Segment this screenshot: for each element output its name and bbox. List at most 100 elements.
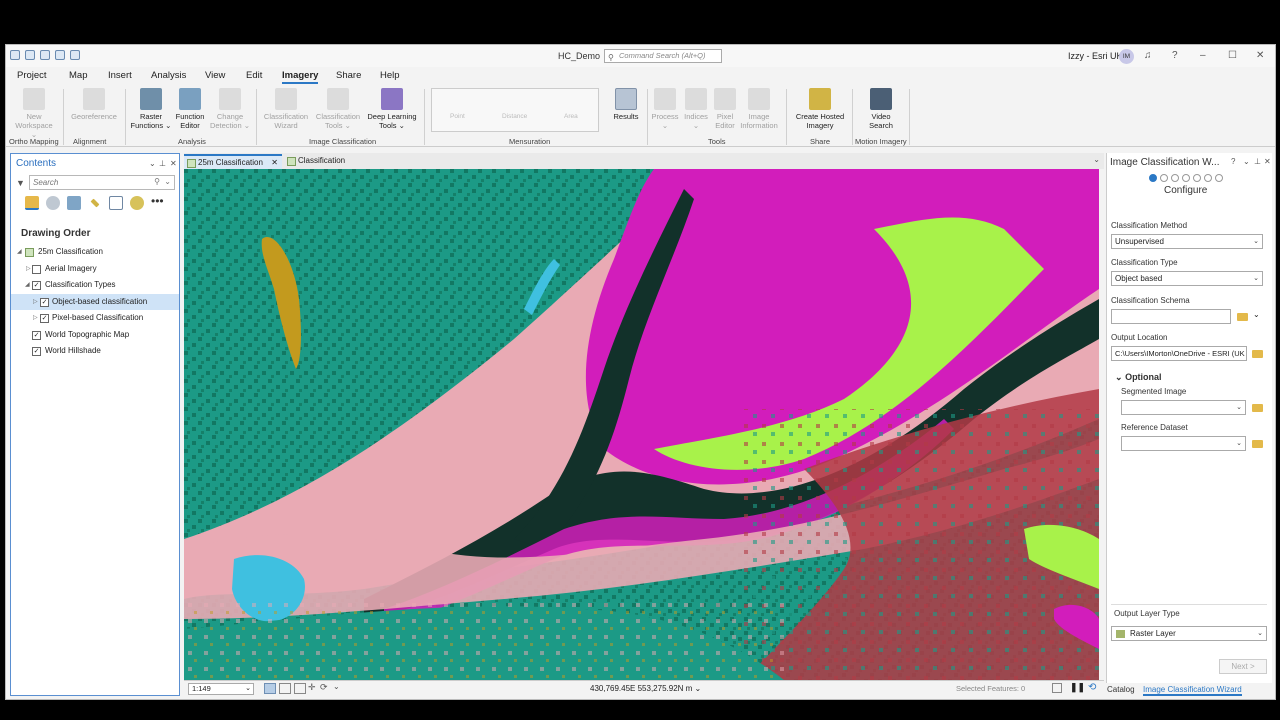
tab-help[interactable]: Help xyxy=(380,70,400,81)
tab-classification[interactable]: Classification xyxy=(284,154,364,169)
layer-visibility-checkbox[interactable]: ✓ xyxy=(32,281,41,290)
classification-type-select[interactable]: Object based ⌄ xyxy=(1111,271,1263,286)
user-name[interactable]: Izzy - Esri UK xyxy=(1068,51,1123,61)
scale-selector[interactable]: 1:149 ⌄ xyxy=(188,683,254,695)
selection-icon[interactable] xyxy=(67,196,81,210)
editing-icon[interactable] xyxy=(90,198,100,208)
layer-world-topographic-map[interactable]: ✓ World Topographic Map xyxy=(11,327,179,344)
snapping-icon[interactable] xyxy=(109,196,123,210)
tab-share[interactable]: Share xyxy=(336,70,361,81)
labeling-icon[interactable] xyxy=(130,196,144,210)
notification-bell-icon[interactable]: ♫ xyxy=(1144,50,1152,61)
pin-icon[interactable]: ⊥ xyxy=(1254,157,1261,166)
tab-view[interactable]: View xyxy=(205,70,225,81)
collapse-arrow-icon[interactable]: ◢ xyxy=(25,277,30,293)
tab-edit[interactable]: Edit xyxy=(246,70,262,81)
layer-visibility-checkbox[interactable]: ✓ xyxy=(40,297,49,307)
table-view-icon[interactable] xyxy=(1052,683,1062,693)
expand-arrow-icon[interactable]: ▷ xyxy=(33,294,38,310)
grid-icon[interactable] xyxy=(294,683,306,694)
pin-icon[interactable]: ⊥ xyxy=(159,159,166,168)
layer-world-hillshade[interactable]: ✓ World Hillshade xyxy=(11,343,179,360)
function-editor-button[interactable]: Function Editor xyxy=(172,88,208,130)
output-location-input[interactable]: C:\Users\IMorton\OneDrive - ESRI (UK xyxy=(1111,346,1247,361)
fixed-zoom-icon[interactable] xyxy=(264,683,276,694)
layer-visibility-checkbox[interactable]: ✓ xyxy=(40,314,49,323)
classification-method-select[interactable]: Unsupervised ⌄ xyxy=(1111,234,1263,249)
refresh-icon[interactable]: ⟲ xyxy=(1088,682,1096,693)
process-button[interactable]: Process ⌄ xyxy=(649,88,681,130)
georeference-button[interactable]: Georeference xyxy=(68,88,120,121)
layer-visibility-checkbox[interactable]: ✓ xyxy=(32,347,41,356)
help-icon[interactable]: ? xyxy=(1172,50,1178,61)
image-information-button[interactable]: Image Information xyxy=(737,88,781,130)
collapse-arrow-icon[interactable]: ◢ xyxy=(17,244,22,260)
chevron-down-icon[interactable]: ⌄ xyxy=(333,682,340,691)
avatar[interactable]: IM xyxy=(1119,49,1134,64)
maximize-icon[interactable]: ☐ xyxy=(1228,50,1237,61)
tab-map[interactable]: Map xyxy=(69,70,87,81)
save-icon[interactable] xyxy=(40,50,50,60)
filter-icon[interactable]: ▼ xyxy=(16,178,25,188)
drawing-order-icon[interactable] xyxy=(25,196,39,210)
new-project-icon[interactable] xyxy=(10,50,20,60)
layer-classification-types[interactable]: ◢ ✓ Classification Types xyxy=(11,277,179,294)
folder-icon[interactable] xyxy=(1237,313,1248,321)
classification-wizard-button[interactable]: Classification Wizard xyxy=(260,88,312,130)
deep-learning-tools-button[interactable]: Deep Learning Tools ⌄ xyxy=(364,88,420,130)
tab-catalog[interactable]: Catalog xyxy=(1107,685,1135,694)
reference-dataset-select[interactable]: ⌄ xyxy=(1121,436,1246,451)
close-pane-icon[interactable]: ✕ xyxy=(1264,157,1271,166)
tab-image-classification-wizard[interactable]: Image Classification Wizard xyxy=(1143,685,1242,696)
next-button[interactable]: Next > xyxy=(1219,659,1267,674)
chevron-down-icon[interactable]: ⌄ xyxy=(164,177,171,186)
expand-arrow-icon[interactable]: ▷ xyxy=(33,310,38,326)
video-search-button[interactable]: Video Search xyxy=(862,88,900,130)
chevron-down-icon[interactable]: ⌄ xyxy=(1253,310,1260,319)
pixel-editor-button[interactable]: Pixel Editor xyxy=(711,88,739,130)
close-icon[interactable]: ✕ xyxy=(1256,50,1264,61)
tab-analysis[interactable]: Analysis xyxy=(151,70,186,81)
selected-features-count[interactable]: Selected Features: 0 xyxy=(956,684,1025,693)
data-source-icon[interactable] xyxy=(46,196,60,210)
chevron-down-icon[interactable]: ⌄ xyxy=(1093,155,1100,164)
more-icon[interactable]: ••• xyxy=(151,195,165,210)
folder-icon[interactable] xyxy=(1252,404,1263,412)
command-search-input[interactable]: ⚲ Command Search (Alt+Q) xyxy=(604,49,722,63)
layer-object-based-classification[interactable]: ▷ ✓ Object-based classification xyxy=(11,293,179,310)
change-detection-button[interactable]: Change Detection ⌄ xyxy=(208,88,252,130)
create-hosted-imagery-button[interactable]: Create Hosted Imagery xyxy=(790,88,850,130)
layer-visibility-checkbox[interactable]: ✓ xyxy=(32,330,41,340)
pause-drawing-icon[interactable]: ❚❚ xyxy=(1070,682,1085,693)
layer-pixel-based-classification[interactable]: ▷ ✓ Pixel-based Classification xyxy=(11,310,179,327)
pane-menu-icon[interactable]: ⌄ xyxy=(149,159,156,168)
classification-schema-input[interactable] xyxy=(1111,309,1231,324)
folder-icon[interactable] xyxy=(1252,350,1263,358)
layer-map-25m-classification[interactable]: ◢ 25m Classification xyxy=(11,244,179,261)
mensuration-gallery[interactable]: Point Distance Area xyxy=(431,88,599,132)
tab-insert[interactable]: Insert xyxy=(108,70,132,81)
close-pane-icon[interactable]: ✕ xyxy=(170,159,177,168)
undo-icon[interactable] xyxy=(55,50,65,60)
navigate-icon[interactable]: ✛ xyxy=(308,682,316,693)
pane-menu-icon[interactable]: ⌄ xyxy=(1243,157,1250,166)
open-project-icon[interactable] xyxy=(25,50,35,60)
rotate-icon[interactable]: ⟳ xyxy=(320,682,328,693)
classification-tools-button[interactable]: Classification Tools ⌄ xyxy=(312,88,364,130)
redo-icon[interactable] xyxy=(70,50,80,60)
results-button[interactable]: Results xyxy=(609,88,643,121)
map-view[interactable] xyxy=(184,169,1099,680)
layer-visibility-checkbox[interactable] xyxy=(32,264,41,274)
raster-functions-button[interactable]: Raster Functions ⌄ xyxy=(130,88,172,130)
chevron-down-icon[interactable]: ⌄ xyxy=(695,684,702,693)
contents-search-input[interactable]: Search ⚲ ⌄ xyxy=(29,175,175,190)
table-icon[interactable] xyxy=(279,683,291,694)
segmented-image-select[interactable]: ⌄ xyxy=(1121,400,1246,415)
layer-aerial-imagery[interactable]: ▷ Aerial Imagery xyxy=(11,261,179,278)
minimize-icon[interactable]: – xyxy=(1200,50,1206,61)
output-layer-type-select[interactable]: Raster Layer ⌄ xyxy=(1111,626,1267,641)
indices-button[interactable]: Indices ⌄ xyxy=(681,88,711,130)
new-workspace-button[interactable]: New Workspace ⌄ xyxy=(12,88,56,139)
expand-arrow-icon[interactable]: ▷ xyxy=(26,261,31,277)
help-icon[interactable]: ? xyxy=(1231,157,1235,166)
